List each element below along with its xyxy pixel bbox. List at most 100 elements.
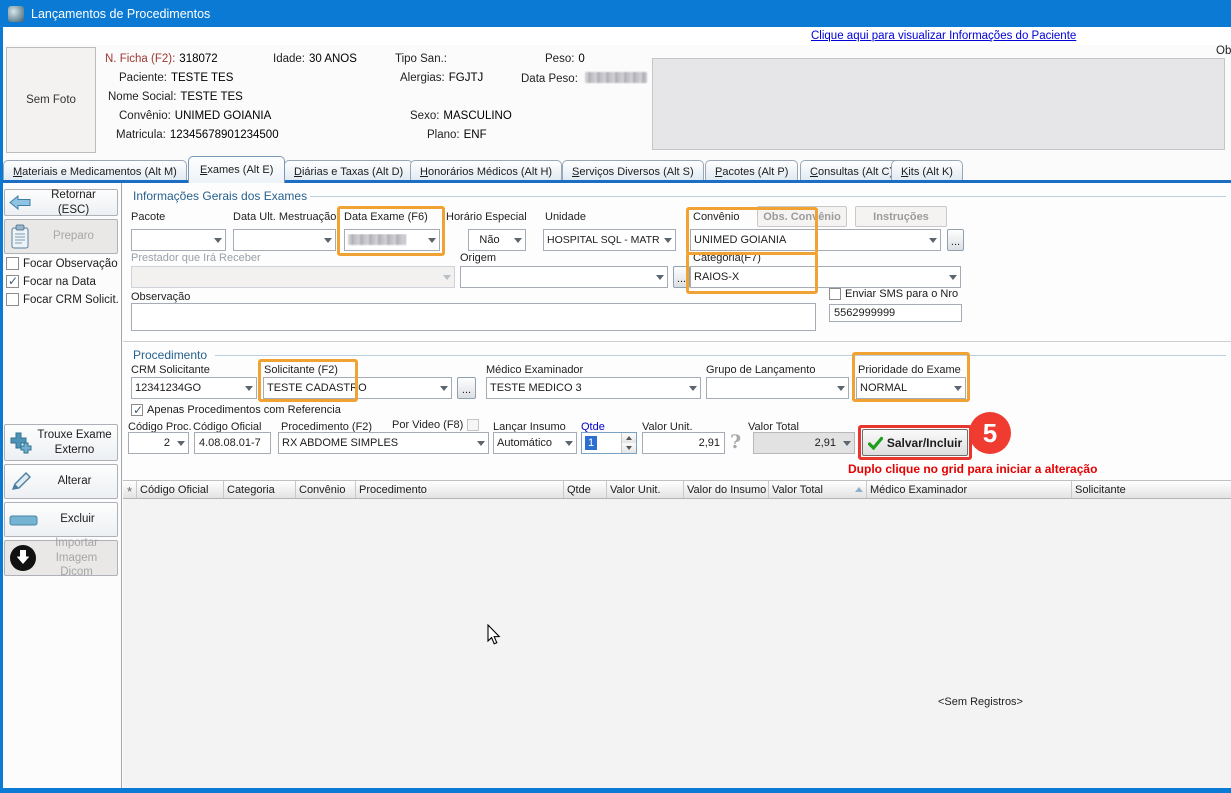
procedimentos-grid-body[interactable] bbox=[123, 499, 1231, 788]
step-badge-5: 5 bbox=[969, 412, 1011, 454]
tab-pacotes[interactable]: Pacotes (Alt P) bbox=[705, 160, 798, 182]
clipboard-icon bbox=[9, 224, 31, 250]
unidade-label: Unidade bbox=[545, 211, 586, 223]
tab-honorarios[interactable]: Honorários Médicos (Alt H) bbox=[410, 160, 562, 182]
patient-info-link[interactable]: Clique aqui para visualizar Informações … bbox=[811, 30, 1076, 42]
pacote-combo[interactable] bbox=[131, 229, 226, 251]
checkbox-box bbox=[829, 288, 841, 300]
focar-na-data-checkbox[interactable]: Focar na Data bbox=[6, 275, 96, 288]
categoria-combo[interactable]: RAIOS-X bbox=[690, 266, 961, 288]
chevron-down-icon bbox=[950, 378, 965, 398]
tab-exames[interactable]: Exames (Alt E) bbox=[188, 156, 285, 183]
col-categoria[interactable]: Categoria bbox=[224, 481, 296, 498]
valor-total-combo[interactable]: 2,91 bbox=[753, 432, 855, 454]
codigo-oficial-input[interactable]: 4.08.08.01-7 bbox=[194, 432, 271, 454]
observacao-input[interactable] bbox=[131, 303, 816, 331]
spin-down-icon[interactable] bbox=[622, 443, 636, 453]
medico-examinador-label: Médico Examinador bbox=[486, 364, 583, 376]
convenio-label: Convênio bbox=[693, 211, 739, 223]
prestador-combo[interactable] bbox=[131, 266, 455, 288]
convenio-ellipsis-button[interactable]: ... bbox=[947, 229, 964, 251]
help-question-icon[interactable] bbox=[730, 431, 741, 453]
codigo-proc-combo[interactable]: 2 bbox=[128, 432, 189, 454]
plano-field: Plano:ENF bbox=[427, 129, 487, 141]
solicitante-label: Solicitante (F2) bbox=[264, 364, 338, 376]
origem-ellipsis-button[interactable]: ... bbox=[673, 266, 690, 288]
preparo-button[interactable]: Preparo bbox=[4, 219, 118, 254]
tab-materiais[interactable]: Materiais e Medicamentos (Alt M) bbox=[3, 160, 187, 182]
convenio-combo[interactable]: UNIMED GOIANIA bbox=[690, 229, 941, 251]
horario-especial-combo[interactable]: Não bbox=[468, 229, 526, 251]
double-plus-icon bbox=[9, 431, 33, 455]
tab-kits[interactable]: Kits (Alt K) bbox=[891, 160, 963, 182]
informacoes-gerais-title: Informações Gerais dos Exames bbox=[133, 189, 307, 203]
enviar-sms-checkbox[interactable]: Enviar SMS para o Nro bbox=[829, 288, 958, 300]
chevron-down-icon bbox=[510, 230, 525, 250]
origem-combo[interactable] bbox=[460, 266, 668, 288]
data-exame-redacted-value bbox=[348, 234, 406, 245]
window-border-left bbox=[0, 27, 3, 793]
col-procedimento[interactable]: Procedimento bbox=[356, 481, 564, 498]
col-valor-insumo[interactable]: Valor do Insumo bbox=[684, 481, 769, 498]
col-valor-unit[interactable]: Valor Unit. bbox=[607, 481, 684, 498]
check-icon bbox=[6, 275, 19, 288]
retornar-button[interactable]: Retornar (ESC) bbox=[4, 189, 118, 216]
focar-observacao-checkbox[interactable]: Focar Observação bbox=[6, 257, 118, 270]
data-exame-combo[interactable] bbox=[344, 229, 440, 251]
data-ult-mestruacao-combo[interactable] bbox=[233, 229, 336, 251]
crm-solicitante-combo[interactable]: 12341234GO bbox=[131, 377, 257, 399]
group-title-line bbox=[310, 196, 1226, 197]
data-ult-mestruacao-label: Data Ult. Mestruação bbox=[233, 211, 336, 223]
medico-examinador-combo[interactable]: TESTE MEDICO 3 bbox=[486, 377, 701, 399]
sexo-field: Sexo:MASCULINO bbox=[410, 110, 512, 122]
spin-up-icon[interactable] bbox=[622, 433, 636, 443]
app-icon bbox=[8, 6, 24, 22]
tab-servicos[interactable]: Serviços Diversos (Alt S) bbox=[562, 160, 704, 182]
chevron-down-icon bbox=[241, 378, 256, 398]
col-qtde[interactable]: Qtde bbox=[564, 481, 607, 498]
lancar-insumo-combo[interactable]: Automático bbox=[493, 432, 577, 454]
por-video-checkbox[interactable] bbox=[467, 419, 479, 431]
col-solicitante[interactable]: Solicitante bbox=[1072, 481, 1231, 498]
prioridade-exame-combo[interactable]: NORMAL bbox=[856, 377, 966, 399]
chevron-down-icon bbox=[925, 230, 940, 250]
col-convenio[interactable]: Convênio bbox=[296, 481, 356, 498]
arrow-left-icon bbox=[9, 195, 31, 210]
importar-imagem-dicom-button[interactable]: Importar Imagem Dicom bbox=[4, 540, 118, 576]
tab-consultas[interactable]: Consultas (Alt C) bbox=[800, 160, 903, 182]
crm-solicitante-label: CRM Solicitante bbox=[131, 364, 210, 376]
grupo-lancamento-combo[interactable] bbox=[706, 377, 849, 399]
section-separator bbox=[123, 341, 1231, 343]
col-codigo-oficial[interactable]: Código Oficial bbox=[137, 481, 224, 498]
grid-hint-text: Duplo clique no grid para iniciar a alte… bbox=[848, 462, 1097, 476]
qtde-stepper[interactable]: 1 bbox=[581, 432, 637, 454]
trouxe-exame-externo-button[interactable]: Trouxe Exame Externo bbox=[4, 424, 118, 461]
apenas-referencia-checkbox[interactable]: Apenas Procedimentos com Referencia bbox=[131, 404, 341, 416]
excluir-button[interactable]: Excluir bbox=[4, 502, 118, 537]
sms-numero-input[interactable]: 5562999999 bbox=[829, 304, 962, 322]
chevron-down-icon bbox=[660, 230, 675, 250]
obs-convenio-button[interactable]: Obs. Convênio bbox=[757, 206, 847, 227]
chevron-down-icon bbox=[424, 230, 439, 250]
focar-crm-checkbox[interactable]: Focar CRM Solicit. bbox=[6, 293, 119, 306]
mouse-cursor bbox=[487, 624, 501, 645]
grid-header: Código Oficial Categoria Convênio Proced… bbox=[123, 480, 1231, 499]
photo-placeholder-label: Sem Foto bbox=[26, 94, 76, 106]
valor-unit-input[interactable]: 2,91 bbox=[642, 432, 725, 454]
col-medico-examinador[interactable]: Médico Examinador bbox=[867, 481, 1072, 498]
alterar-button[interactable]: Alterar bbox=[4, 464, 118, 499]
tab-accent-line bbox=[0, 180, 1231, 183]
col-valor-total[interactable]: Valor Total bbox=[769, 481, 867, 498]
data-peso-redacted-value bbox=[585, 72, 647, 83]
row-selector-header bbox=[123, 481, 137, 498]
instrucoes-button[interactable]: Instruções bbox=[855, 206, 947, 227]
title-bar: Lançamentos de Procedimentos bbox=[0, 0, 1231, 27]
salvar-incluir-button[interactable]: Salvar/Incluir bbox=[862, 429, 968, 456]
solicitante-combo[interactable]: TESTE CADASTRO bbox=[263, 377, 452, 399]
prestador-label: Prestador que Irá Receber bbox=[131, 252, 261, 264]
solicitante-ellipsis-button[interactable]: ... bbox=[457, 377, 476, 399]
tab-diarias[interactable]: Diárias e Taxas (Alt D) bbox=[284, 160, 413, 182]
unidade-combo[interactable]: HOSPITAL SQL - MATRIZ bbox=[543, 229, 676, 251]
horario-especial-label: Horário Especial bbox=[446, 211, 527, 223]
procedimento-combo[interactable]: RX ABDOME SIMPLES bbox=[278, 432, 489, 454]
